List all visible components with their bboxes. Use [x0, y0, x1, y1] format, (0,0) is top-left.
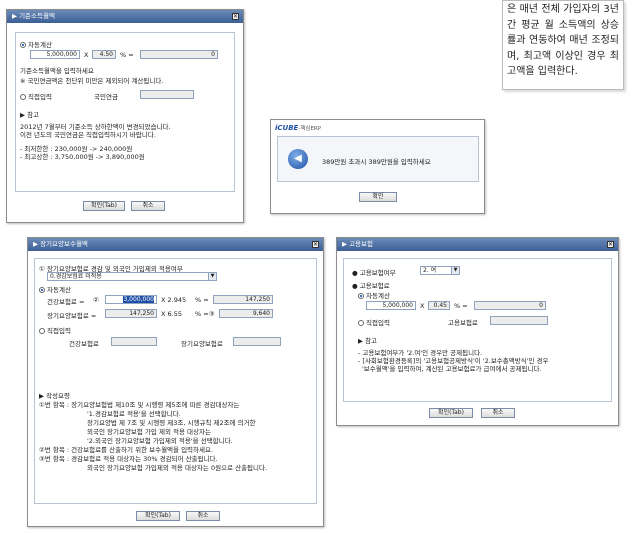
manual-lt-input — [233, 337, 281, 346]
result-input: 0 — [474, 301, 546, 310]
hint-text: 기준소득월액을 입력하세요 — [20, 67, 94, 75]
dialog-titlebar: iCUBE-핵심ERP — [275, 124, 321, 132]
manual-label: 직접입력 — [366, 319, 390, 327]
health-rate: X 2.945 — [161, 296, 187, 304]
rate-input: 4.50 — [92, 50, 116, 59]
dialog-titlebar: ▶ 고용보험 ✕ — [337, 238, 618, 251]
dialog-body: 자동계산 5,000,000 X 4.50 % = 0 기준소득월액을 입력하세… — [15, 32, 235, 192]
cancel-button[interactable]: 취소 — [481, 408, 515, 418]
guide-line: 외국인 장기요양보험 가입제외 적용 대상자는 0원으로 산출됩니다. — [87, 464, 268, 472]
multiply-sign: X — [420, 302, 425, 310]
max-limit-text: - 최고상한 : 3,750,000원 -> 3,890,000원 — [20, 153, 145, 161]
ok-button[interactable]: 확인(Tab) — [429, 408, 473, 418]
radio-icon[interactable] — [358, 320, 364, 326]
chevron-down-icon[interactable]: ▼ — [451, 267, 459, 274]
base-income-dialog: ▶ 기준소득월액 ✕ 자동계산 5,000,000 X 4.50 % = 0 기준… — [6, 9, 244, 223]
radio-icon[interactable] — [20, 94, 26, 100]
manual-premium-input — [490, 316, 548, 325]
yn-label: 고용보험여부 — [359, 269, 396, 277]
auto-calc-option[interactable]: 자동계산 — [20, 39, 52, 49]
radio-icon[interactable] — [39, 328, 45, 334]
auto-calc-label: 자동계산 — [366, 292, 390, 300]
health-result: 147,250 — [213, 295, 273, 304]
ok-button[interactable]: 확인(Tab) — [136, 511, 180, 521]
percent-equals: % =③ — [195, 310, 215, 318]
hint-text-2: ※ 국민연금액은 천단위 미만은 제외되어 계산됩니다. — [20, 77, 164, 85]
salary-input[interactable]: 3,000,000 — [105, 295, 157, 304]
chevron-down-icon[interactable]: ▼ — [208, 273, 216, 280]
speaker-icon: ◀ — [288, 149, 308, 169]
message-area: ◀ 389만원 초과시 389만원을 입력하세요 — [277, 136, 479, 182]
manual-option[interactable]: 직접입력 — [39, 325, 71, 335]
long-term-care-dialog: ▶ 장기요양보수월액 ✕ ① 장기요양보험료 경감 및 외국인 가입제외 적용여부… — [27, 237, 324, 527]
amount-input[interactable]: 5,000,000 — [366, 301, 416, 310]
close-icon[interactable]: ✕ — [607, 241, 614, 248]
explanation-note: 은 매년 전체 가입자의 3년간 평균 월 소득액의 상승률과 연동하여 매년 … — [502, 0, 624, 90]
manual-option[interactable]: 직접입력 — [20, 91, 52, 101]
dialog-body: ① 장기요양보험료 경감 및 외국인 가입제외 적용여부 0.경감보험료 미적용… — [34, 258, 317, 504]
auto-calc-option[interactable]: 자동계산 — [358, 290, 390, 300]
auto-calc-label: 자동계산 — [47, 286, 71, 294]
percent-equals: % = — [120, 51, 134, 59]
long-term-label: 장기요양보험료 = — [47, 312, 97, 320]
reference-line: '보수월액'을 입력하여, 계산된 고용보험료가 급여에서 공제됩니다. — [362, 365, 542, 373]
dialog-title: ▶ 고용보험 — [342, 240, 373, 248]
manual-label: 직접입력 — [47, 327, 71, 335]
note-text: 은 매년 전체 가입자의 3년간 평균 월 소득액의 상승률과 연동하여 매년 … — [507, 4, 619, 77]
dialog-titlebar: ▶ 장기요양보수월액 ✕ — [28, 238, 323, 251]
auto-calc-label: 자동계산 — [28, 41, 52, 49]
yn-row: ● 고용보험여부 — [352, 269, 396, 277]
dialog-titlebar: ▶ 기준소득월액 ✕ — [7, 10, 243, 23]
close-icon[interactable]: ✕ — [232, 13, 239, 20]
reference-heading: ▶ 참고 — [358, 337, 378, 345]
brand-name: iCUBE — [275, 124, 299, 132]
manual-premium-label: 고용보험료 — [448, 319, 478, 327]
percent-equals: % = — [454, 302, 468, 310]
lt-base: 147,250 — [105, 309, 157, 318]
result-input: 0 — [140, 50, 218, 59]
yn-select[interactable]: 2. 여 ▼ — [420, 266, 460, 275]
ok-button[interactable]: 확인 — [359, 192, 397, 202]
close-icon[interactable]: ✕ — [312, 241, 319, 248]
manual-health-input — [111, 337, 157, 346]
manual-option[interactable]: 직접입력 — [358, 317, 390, 327]
icube-message-dialog: iCUBE-핵심ERP ◀ 389만원 초과시 389만원을 입력하세요 확인 — [270, 119, 485, 214]
rate-input: 0.45 — [428, 301, 450, 310]
lt-rate: X 6.55 — [161, 310, 182, 318]
amount-input[interactable]: 5,000,000 — [30, 50, 80, 59]
radio-selected-icon[interactable] — [39, 287, 45, 293]
radio-selected-icon[interactable] — [20, 42, 26, 48]
dialog-title: ▶ 장기요양보수월액 — [33, 240, 88, 248]
lt-result: 9,640 — [219, 309, 273, 318]
manual-label: 직접입력 — [28, 93, 52, 101]
radio-selected-icon[interactable] — [358, 293, 364, 299]
cancel-button[interactable]: 취소 — [131, 201, 165, 211]
health-label: 건강보험료 = — [47, 298, 85, 306]
pension-input — [140, 90, 194, 99]
employment-insurance-dialog: ▶ 고용보험 ✕ ● 고용보험여부 2. 여 ▼ ● 고용보험료 자동계산 5,00… — [336, 237, 619, 426]
premium-row: ● 고용보험료 — [352, 282, 390, 290]
auto-calc-option[interactable]: 자동계산 — [39, 284, 71, 294]
dialog-body: ● 고용보험여부 2. 여 ▼ ● 고용보험료 자동계산 5,000,000 X … — [343, 258, 612, 402]
reference-line: 이전 년도의 국민연금은 직접입력하시기 바랍니다. — [20, 131, 156, 139]
ok-button[interactable]: 확인(Tab) — [83, 201, 125, 211]
premium-heading: 고용보험료 — [359, 282, 390, 290]
marker-2: ② — [93, 296, 99, 304]
salary-value: 3,000,000 — [123, 296, 154, 303]
pension-label: 국민연금 — [94, 93, 118, 101]
manual-health-label: 건강보험료 — [69, 340, 99, 348]
select-value: 0.경감보험료 미적용 — [50, 273, 102, 280]
message-text: 389만원 초과시 389만원을 입력하세요 — [322, 158, 431, 166]
dialog-title: ▶ 기준소득월액 — [12, 12, 55, 20]
exemption-select[interactable]: 0.경감보험료 미적용 ▼ — [47, 272, 217, 281]
manual-lt-label: 장기요양보험료 — [181, 340, 223, 348]
brand-suffix: -핵심ERP — [298, 126, 322, 132]
select-value: 2. 여 — [423, 267, 437, 274]
multiply-sign: X — [84, 51, 89, 59]
percent-equals: % = — [195, 296, 209, 304]
reference-heading: ▶ 참고 — [20, 111, 40, 119]
cancel-button[interactable]: 취소 — [186, 511, 220, 521]
